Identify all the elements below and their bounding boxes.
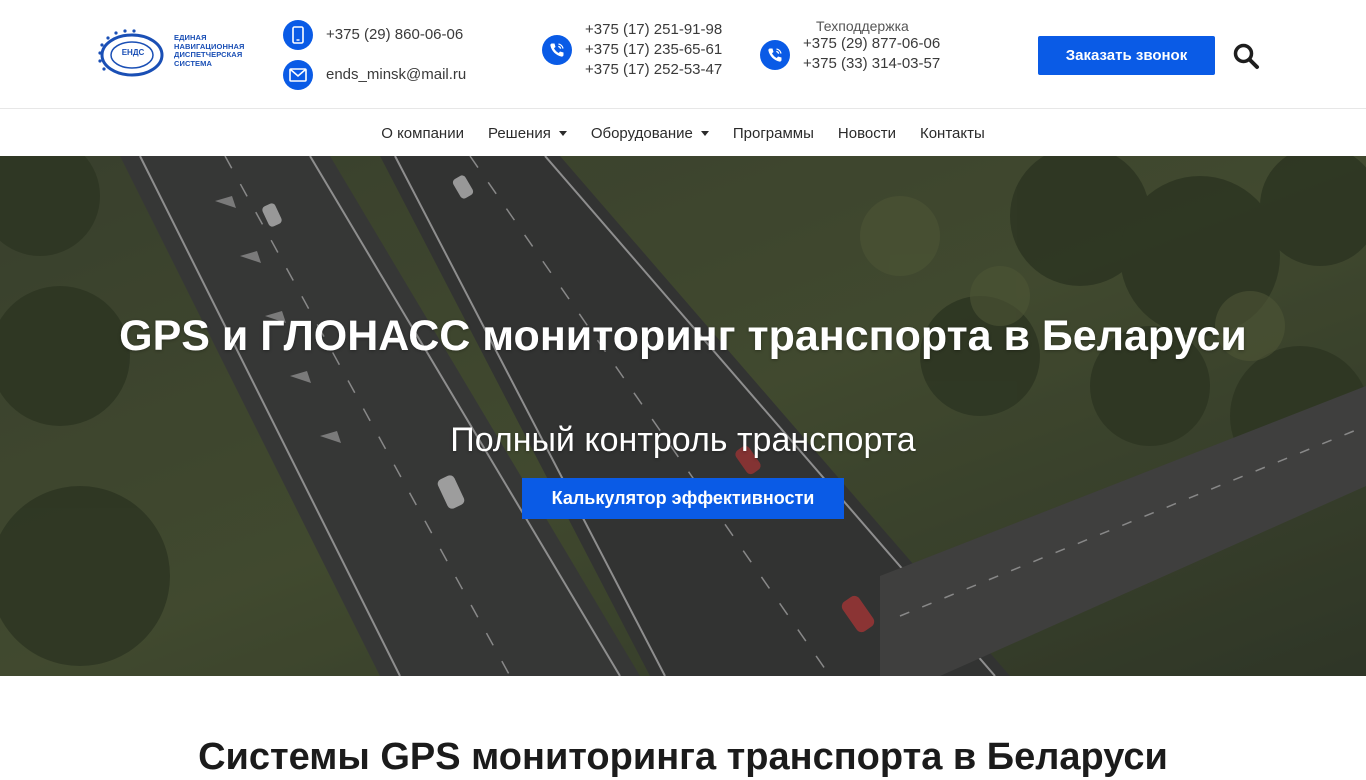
support-phone-link[interactable]: +375 (33) 314-03-57 xyxy=(803,54,940,74)
phone-call-icon xyxy=(760,40,790,70)
nav-item-news[interactable]: Новости xyxy=(826,110,908,156)
request-call-button[interactable]: Заказать звонок xyxy=(1038,36,1215,75)
search-icon xyxy=(1233,43,1259,69)
hero-subtitle: Полный контроль транспорта xyxy=(450,421,916,459)
support-title: Техподдержка xyxy=(816,18,909,34)
caret-down-icon xyxy=(700,130,709,136)
mobile-phone-link[interactable]: +375 (29) 860-06-06 xyxy=(326,25,463,45)
site-logo[interactable]: ЕНДС Единая навигационная диспетчерская … xyxy=(94,28,256,80)
caret-down-icon xyxy=(558,130,567,136)
hero-overlay xyxy=(0,156,1366,676)
nav-item-label: Решения xyxy=(487,124,551,142)
nav-item-label: Оборудование xyxy=(590,124,693,142)
nav-item-solutions[interactable]: Решения xyxy=(476,110,579,156)
nav-item-label: Контакты xyxy=(919,124,985,142)
nav-item-label: О компании xyxy=(381,124,464,142)
nav-item-contacts[interactable]: Контакты xyxy=(908,110,997,156)
city-phone-link[interactable]: +375 (17) 251-91-98 xyxy=(585,20,722,40)
smartphone-icon xyxy=(283,20,313,50)
nav-item-label: Программы xyxy=(732,124,814,142)
email-link[interactable]: ends_minsk@mail.ru xyxy=(326,65,466,85)
site-header: ЕНДС Единая навигационная диспетчерская … xyxy=(0,0,1366,109)
main-navigation: О компании Решения Оборудование Программ… xyxy=(0,110,1366,156)
hero-banner: GPS и ГЛОНАСС мониторинг транспорта в Бе… xyxy=(0,156,1366,676)
support-phones: +375 (29) 877-06-06 +375 (33) 314-03-57 xyxy=(803,34,940,74)
city-phone-link[interactable]: +375 (17) 235-65-61 xyxy=(585,40,722,60)
hero-title: GPS и ГЛОНАСС мониторинг транспорта в Бе… xyxy=(119,312,1247,360)
phone-call-icon xyxy=(542,35,572,65)
logo-line: система xyxy=(174,58,212,68)
logo-caption: Единая навигационная диспетчерская систе… xyxy=(174,33,264,68)
city-phone-link[interactable]: +375 (17) 252-53-47 xyxy=(585,60,722,80)
support-phone-link[interactable]: +375 (29) 877-06-06 xyxy=(803,34,940,54)
nav-item-about[interactable]: О компании xyxy=(369,110,476,156)
nav-item-programs[interactable]: Программы xyxy=(721,110,826,156)
logo-badge: ЕНДС xyxy=(121,48,145,57)
city-phones: +375 (17) 251-91-98 +375 (17) 235-65-61 … xyxy=(585,20,722,80)
envelope-icon xyxy=(283,60,313,90)
efficiency-calculator-button[interactable]: Калькулятор эффективности xyxy=(522,478,844,519)
section-title: Системы GPS мониторинга транспорта в Бел… xyxy=(198,736,1168,778)
nav-item-equipment[interactable]: Оборудование xyxy=(579,110,721,156)
search-button[interactable] xyxy=(1230,40,1262,72)
nav-item-label: Новости xyxy=(837,124,896,142)
